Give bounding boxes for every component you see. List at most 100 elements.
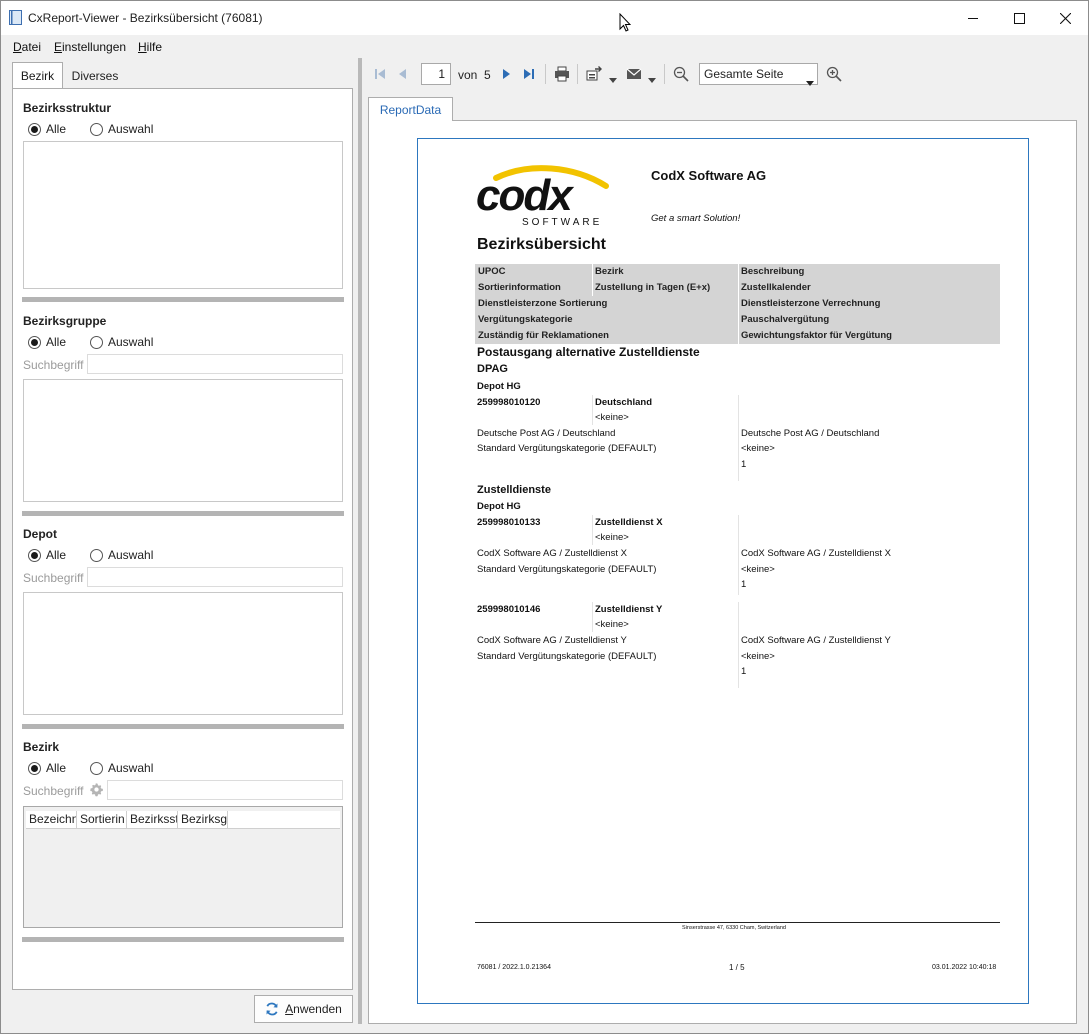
record-upoc: 259998010133: [477, 517, 541, 528]
mail-dropdown-icon[interactable]: [648, 72, 656, 86]
bezirksstruktur-radio-alle[interactable]: Alle: [28, 122, 66, 136]
footer-timestamp: 03.01.2022 10:40:18: [932, 964, 997, 971]
footer-page-number: 1 / 5: [729, 963, 745, 972]
record-upoc: 259998010120: [477, 397, 541, 408]
bezirksgruppe-radio-alle[interactable]: Alle: [28, 335, 66, 349]
title-bar: CxReport-Viewer - Bezirksübersicht (7608…: [1, 1, 1088, 35]
tab-diverses[interactable]: Diverses: [63, 64, 127, 88]
report-tagline: Get a smart Solution!: [651, 213, 741, 224]
radio-checked-icon: [28, 761, 41, 775]
header-cell: Pauschalvergütung: [741, 314, 830, 325]
grid-filler-header: [228, 811, 340, 829]
depot-title: Depot HG: [477, 501, 521, 512]
last-page-icon[interactable]: [520, 65, 538, 83]
record-zone-sortierung: CodX Software AG / Zustelldienst X: [477, 548, 627, 559]
bezirk-search-label: Suchbegriff: [23, 784, 84, 798]
minimize-button[interactable]: [950, 1, 996, 35]
tab-reportdata[interactable]: ReportData: [368, 97, 453, 121]
maximize-button[interactable]: [996, 1, 1042, 35]
header-cell: Zuständig für Reklamationen: [478, 330, 609, 341]
next-page-icon[interactable]: [497, 65, 515, 83]
depot-search-label: Suchbegriff: [23, 571, 84, 585]
record-faktor: 1: [741, 459, 747, 470]
export-icon[interactable]: [585, 65, 603, 83]
window-title: CxReport-Viewer - Bezirksübersicht (7608…: [28, 11, 263, 25]
filter-panel: Bezirksstruktur Alle Auswahl Bezirksgrup…: [12, 88, 353, 990]
grid-column-header[interactable]: Sortierin: [77, 811, 127, 829]
depot-list[interactable]: [23, 592, 343, 715]
radio-checked-icon: [28, 122, 41, 136]
bezirksgruppe-list[interactable]: [23, 379, 343, 502]
toolbar-separator: [664, 64, 665, 84]
apply-button[interactable]: Anwenden: [254, 995, 353, 1023]
close-button[interactable]: [1042, 1, 1088, 35]
panel-splitter[interactable]: [358, 58, 362, 1024]
menu-einstellungen[interactable]: Einstellungen: [54, 40, 126, 54]
report-company: CodX Software AG: [651, 168, 767, 183]
codx-logo: codx SOFTWARE: [474, 164, 624, 228]
bezirksgruppe-radio-auswahl[interactable]: Auswahl: [90, 335, 153, 349]
zoom-in-icon[interactable]: [825, 65, 843, 83]
first-page-icon[interactable]: [371, 65, 389, 83]
cell-separator: [738, 515, 739, 595]
grid-column-header[interactable]: Bezirksst: [127, 811, 178, 829]
page-number-input[interactable]: 1: [421, 63, 451, 85]
record-pauschal: <keine>: [741, 651, 775, 662]
record-zone-verrechnung: Deutsche Post AG / Deutschland: [741, 428, 880, 439]
section-title: Postausgang alternative Zustelldienste: [477, 345, 700, 359]
toolbar-separator: [545, 64, 546, 84]
footer-rule: [475, 922, 1000, 923]
bezirk-search-input[interactable]: [107, 780, 343, 800]
footer-version: 76081 / 2022.1.0.21364: [477, 964, 551, 971]
zoom-value: Gesamte Seite: [704, 67, 784, 81]
cell-separator: [592, 395, 593, 425]
bezirk-radio-auswahl[interactable]: Auswahl: [90, 761, 153, 775]
header-cell: Bezirk: [595, 266, 624, 277]
grid-column-header[interactable]: Bezirksgı: [178, 811, 228, 829]
refresh-icon: [265, 1002, 279, 1016]
section-divider: [22, 297, 344, 302]
menu-hilfe[interactable]: Hilfe: [138, 40, 162, 54]
record-zone-verrechnung: CodX Software AG / Zustelldienst X: [741, 548, 891, 559]
record-pauschal: <keine>: [741, 443, 775, 454]
tab-bezirk[interactable]: Bezirk: [12, 62, 63, 88]
record-bezirk: Zustelldienst Y: [595, 604, 663, 615]
menu-datei[interactable]: Datei: [13, 40, 41, 54]
print-icon[interactable]: [553, 65, 571, 83]
depot-radio-auswahl[interactable]: Auswahl: [90, 548, 153, 562]
grid-column-header[interactable]: Bezeichn: [26, 811, 77, 829]
record-kategorie: Standard Vergütungskategorie (DEFAULT): [477, 651, 657, 662]
bezirksgruppe-search-input[interactable]: [87, 354, 343, 374]
gear-icon[interactable]: [89, 782, 104, 800]
bezirksstruktur-list[interactable]: [23, 141, 343, 289]
record-bezirk: Zustelldienst X: [595, 517, 663, 528]
app-icon: [9, 10, 22, 28]
previous-page-icon[interactable]: [394, 65, 412, 83]
mail-icon[interactable]: [625, 65, 643, 83]
bezirksgruppe-search-label: Suchbegriff: [23, 358, 84, 372]
radio-unchecked-icon: [90, 335, 103, 349]
record-sortierung: <keine>: [595, 619, 629, 630]
zoom-select[interactable]: Gesamte Seite: [699, 63, 818, 86]
export-dropdown-icon[interactable]: [609, 72, 617, 86]
record-pauschal: <keine>: [741, 564, 775, 575]
depot-search-input[interactable]: [87, 567, 343, 587]
radio-label: Auswahl: [108, 548, 154, 562]
record-kategorie: Standard Vergütungskategorie (DEFAULT): [477, 443, 657, 454]
bezirksstruktur-radio-auswahl[interactable]: Auswahl: [90, 122, 153, 136]
bezirk-grid[interactable]: Bezeichn Sortierin Bezirksst Bezirksgı: [23, 806, 343, 928]
depot-radio-alle[interactable]: Alle: [28, 548, 66, 562]
zoom-out-icon[interactable]: [672, 65, 690, 83]
page-of-label: von: [458, 68, 478, 82]
radio-checked-icon: [28, 335, 41, 349]
section-divider: [22, 724, 344, 729]
bezirk-radio-alle[interactable]: Alle: [28, 761, 66, 775]
record-upoc: 259998010146: [477, 604, 541, 615]
bezirksgruppe-title: Bezirksgruppe: [23, 314, 107, 328]
header-cell: UPOC: [478, 266, 506, 277]
group-title: Zustelldienste: [477, 484, 551, 496]
group-title: DPAG: [477, 363, 508, 375]
radio-label: Alle: [46, 761, 67, 775]
record-faktor: 1: [741, 666, 747, 677]
record-sortierung: <keine>: [595, 412, 629, 423]
